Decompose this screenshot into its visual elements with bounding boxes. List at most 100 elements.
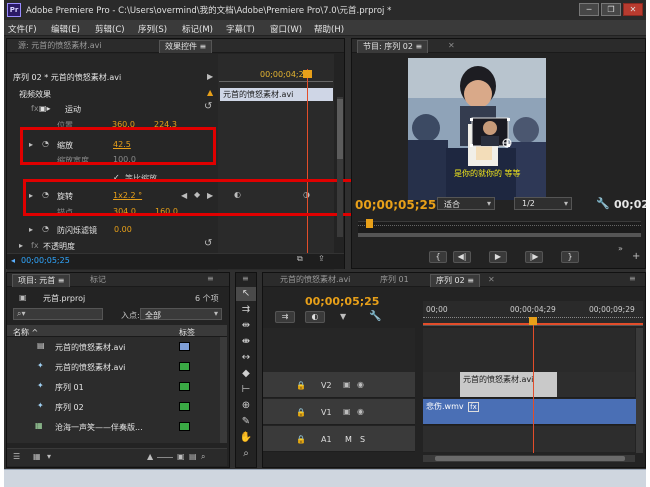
effect-playhead-handle[interactable]	[303, 70, 312, 78]
timeline-playhead-handle[interactable]	[529, 317, 537, 325]
label-color-swatch[interactable]	[179, 422, 190, 431]
rolling-edit-tool-icon[interactable]: ⇼	[236, 335, 256, 349]
toggle-sync-icon[interactable]: ▣	[343, 408, 351, 416]
panel-menu-icon[interactable]: ≡	[242, 274, 249, 283]
list-item[interactable]: ✦ 序列 02	[7, 399, 220, 415]
eye-icon[interactable]: ◉	[357, 381, 364, 389]
wrench-icon[interactable]: 🔧	[596, 198, 610, 209]
menu-title[interactable]: 字幕(T)	[226, 23, 255, 35]
project-search-input[interactable]	[13, 308, 103, 320]
flicker-value[interactable]: 0.00	[114, 225, 132, 234]
flicker-expand-icon[interactable]: ▸	[29, 226, 33, 234]
play-button[interactable]: ▶	[489, 251, 507, 263]
tab-effect-controls[interactable]: 效果控件 ≡	[159, 40, 213, 53]
menu-edit[interactable]: 编辑(E)	[51, 23, 80, 35]
timeline-vertical-scrollbar[interactable]	[636, 328, 643, 453]
mark-in-button[interactable]: {	[429, 251, 447, 263]
clip-v2[interactable]: 元首的愤怒素材.avi	[460, 372, 557, 397]
zoom-slider-icon[interactable]: ▲	[147, 453, 153, 461]
tab-program[interactable]: 节目: 序列 02 ≡	[357, 40, 429, 53]
tab-sequence-01[interactable]: 序列 01	[375, 274, 414, 287]
list-view-icon[interactable]: ☰	[13, 453, 20, 461]
effect-scrollbar-thumb[interactable]	[337, 99, 343, 159]
label-color-swatch[interactable]	[179, 382, 190, 391]
label-color-swatch[interactable]	[179, 362, 190, 371]
flicker-stopwatch-icon[interactable]: ◔	[42, 225, 49, 233]
step-forward-button[interactable]: |▶	[525, 251, 543, 263]
more-controls-icon[interactable]: »	[618, 245, 623, 253]
panel-menu-icon[interactable]: ≡	[629, 274, 636, 283]
timeline-timecode[interactable]: 00;00;05;25	[305, 295, 379, 308]
eye-icon[interactable]: ◉	[357, 408, 364, 416]
label-color-swatch[interactable]	[179, 402, 190, 411]
tab-sequence-02[interactable]: 序列 02 ≡	[430, 274, 480, 287]
lock-icon[interactable]: 🔒	[296, 435, 306, 444]
list-item[interactable]: ✦ 序列 01	[7, 379, 220, 395]
close-button[interactable]: ✕	[623, 3, 643, 16]
razor-tool-icon[interactable]: ◆	[236, 367, 256, 381]
zoom-slider[interactable]	[157, 457, 173, 458]
lock-icon[interactable]: 🔒	[296, 408, 306, 417]
effect-timecode[interactable]: 00;00;05;25	[21, 256, 70, 265]
tab-project[interactable]: 项目: 元首 ≡	[12, 274, 71, 287]
new-bin-icon[interactable]: ▣	[177, 453, 185, 461]
menu-clip[interactable]: 剪辑(C)	[95, 23, 125, 35]
label-color-swatch[interactable]	[179, 342, 190, 351]
hand-tool-icon[interactable]: ✋	[236, 431, 256, 445]
chevron-down-icon[interactable]: ▾	[47, 453, 51, 461]
pen-tool-icon[interactable]: ✎	[236, 415, 256, 429]
solo-button[interactable]: S	[360, 435, 365, 444]
menu-sequence[interactable]: 序列(S)	[138, 23, 167, 35]
tab-timeline-clip[interactable]: 元首的愤怒素材.avi	[275, 274, 355, 287]
toggle-sync-icon[interactable]: ▣	[343, 381, 351, 389]
new-item-icon[interactable]: ▤	[189, 453, 197, 461]
filter-icon[interactable]: ⧉	[297, 255, 303, 263]
slide-tool-icon[interactable]: ⊕	[236, 399, 256, 413]
zoom-tool-icon[interactable]: ⌕	[236, 447, 256, 461]
wrench-icon[interactable]: 🔧	[369, 312, 381, 322]
panel-menu-icon[interactable]: ≡	[207, 274, 214, 283]
close-tab-icon[interactable]: ✕	[448, 41, 455, 50]
menu-file[interactable]: 文件(F)	[8, 23, 37, 35]
find-icon[interactable]: ⌕	[201, 453, 205, 461]
selection-tool-icon[interactable]: ↖	[236, 287, 256, 301]
maximize-button[interactable]: ❐	[601, 3, 621, 16]
minimize-button[interactable]: ─	[579, 3, 599, 16]
project-scrollbar[interactable]	[220, 337, 227, 443]
list-item[interactable]: ▤ 元首的愤怒素材.avi	[7, 339, 220, 355]
snap-button[interactable]: ⇉	[275, 311, 295, 323]
slip-tool-icon[interactable]: ⊢	[236, 383, 256, 397]
program-timecode[interactable]: 00;00;05;25	[355, 198, 436, 212]
opacity-expand-icon[interactable]: ▸	[19, 242, 23, 250]
program-video-frame[interactable]: 是你的就你的 等等	[408, 58, 546, 200]
add-button-icon[interactable]: +	[632, 252, 640, 262]
step-back-button[interactable]: ◀|	[453, 251, 471, 263]
timeline-scroll-thumb[interactable]	[435, 456, 625, 461]
reset-icon[interactable]: ↺	[204, 102, 212, 112]
play-only-icon[interactable]: ▶	[207, 73, 213, 81]
tab-source[interactable]: 源: 元首的愤怒素材.avi	[13, 40, 107, 53]
linked-selection-button[interactable]: ◐	[305, 311, 325, 323]
close-tab-icon[interactable]: ✕	[488, 275, 495, 284]
mini-timeline-icon[interactable]: ◂	[11, 257, 15, 265]
clip-v1[interactable]: 悲伤.wmv fx	[423, 399, 636, 424]
list-item[interactable]: ▦ 沧海一声笑——伴奏版...	[7, 419, 220, 435]
menu-help[interactable]: 帮助(H)	[314, 23, 344, 35]
rate-stretch-tool-icon[interactable]: ↔	[236, 351, 256, 365]
program-zoom-bar[interactable]	[358, 233, 641, 237]
icon-view-icon[interactable]: ▦	[33, 453, 41, 461]
ripple-edit-tool-icon[interactable]: ⇹	[236, 319, 256, 333]
list-item[interactable]: ✦ 元首的愤怒素材.avi	[7, 359, 220, 375]
lock-icon[interactable]: 🔒	[296, 381, 306, 390]
reset-icon[interactable]: ↺	[204, 239, 212, 249]
program-playhead[interactable]	[366, 219, 373, 228]
mute-button[interactable]: M	[345, 435, 352, 444]
export-icon[interactable]: ⇪	[318, 255, 325, 263]
tab-markers[interactable]: 标记	[85, 274, 111, 287]
mark-out-button[interactable]: }	[561, 251, 579, 263]
menu-window[interactable]: 窗口(W)	[270, 23, 302, 35]
add-marker-icon[interactable]: ▼	[340, 313, 346, 321]
menu-marker[interactable]: 标记(M)	[182, 23, 213, 35]
motion-icon[interactable]: ▣▸	[39, 104, 51, 113]
track-select-tool-icon[interactable]: ⇉	[236, 303, 256, 317]
